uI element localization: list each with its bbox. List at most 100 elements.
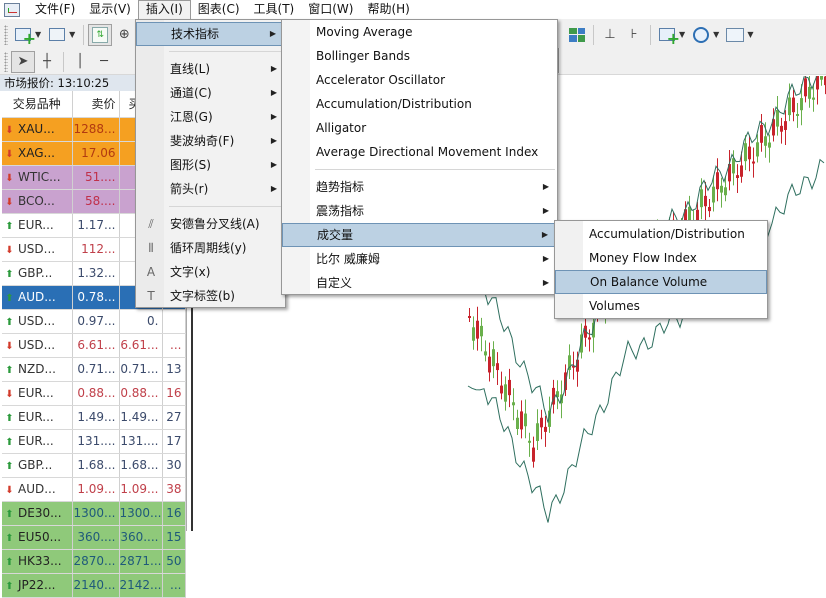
symbol-cell[interactable]: ⬇ AUD... bbox=[2, 477, 73, 502]
symbol-cell[interactable]: ⬆ EUR... bbox=[2, 213, 73, 238]
insert-menu-item[interactable]: 技术指标 ▶ bbox=[136, 22, 285, 46]
auto-scroll-button[interactable]: ⊦ bbox=[622, 24, 646, 46]
menu-file[interactable]: 文件(F) bbox=[28, 0, 82, 19]
candle-body bbox=[800, 98, 803, 111]
tile-windows-button[interactable] bbox=[565, 24, 589, 46]
cursor-button[interactable]: ➤ bbox=[11, 50, 35, 73]
indicators-menu-item[interactable]: Moving Average bbox=[282, 20, 557, 44]
symbol-cell[interactable]: ⬆ NZD... bbox=[2, 357, 73, 382]
symbol-cell[interactable]: ⬆ EUR... bbox=[2, 429, 73, 454]
indicators-button[interactable] bbox=[655, 24, 680, 48]
chevron-down-icon[interactable]: ▼ bbox=[713, 30, 719, 39]
menu-charts[interactable]: 图表(C) bbox=[191, 0, 247, 19]
symbol-cell[interactable]: ⬇ USD... bbox=[2, 333, 73, 358]
spread-cell: 30 bbox=[162, 453, 186, 478]
volumes-menu-item[interactable]: Money Flow Index bbox=[555, 246, 767, 270]
templates-button[interactable] bbox=[723, 24, 747, 46]
new-chart-button[interactable] bbox=[11, 24, 36, 48]
insert-menu-item[interactable]: T 文字标签(b) bbox=[136, 284, 285, 308]
market-watch-row[interactable]: ⬆ DE30... 1300... 1300... 16 bbox=[2, 501, 186, 526]
arrow-up-icon: ⬆ bbox=[5, 509, 14, 520]
insert-menu-item[interactable]: 江恩(G) ▶ bbox=[136, 105, 285, 129]
symbol-cell[interactable]: ⬇ USD... bbox=[2, 237, 73, 262]
symbol-cell[interactable]: ⬇ XAU... bbox=[2, 117, 73, 142]
symbol-cell[interactable]: ⬆ USD... bbox=[2, 309, 73, 334]
menu-item-label: On Balance Volume bbox=[590, 275, 708, 289]
symbol-cell[interactable]: ⬆ EUR... bbox=[2, 405, 73, 430]
column-bid[interactable]: 卖价 bbox=[72, 91, 120, 118]
arrow-up-icon: ⬆ bbox=[5, 269, 14, 280]
crosshair-button[interactable]: ⊕ bbox=[112, 24, 136, 46]
indicators-menu-item[interactable]: Accelerator Oscillator bbox=[282, 68, 557, 92]
insert-menu-item[interactable]: ⦀ 循环周期线(y) bbox=[136, 236, 285, 260]
tile-windows-icon bbox=[569, 27, 585, 42]
market-watch-row[interactable]: ⬆ GBP... 1.68... 1.68... 30 bbox=[2, 453, 186, 478]
indicators-menu-item[interactable]: 震荡指标 ▶ bbox=[282, 199, 557, 223]
market-watch-row[interactable]: ⬆ EUR... 1.49... 1.49... 27 bbox=[2, 405, 186, 430]
profiles-button[interactable] bbox=[45, 24, 69, 46]
symbol-cell[interactable]: ⬇ BCO... bbox=[2, 189, 73, 214]
menu-window[interactable]: 窗口(W) bbox=[301, 0, 360, 19]
symbol-cell[interactable]: ⬆ JP22... bbox=[2, 573, 73, 598]
chevron-down-icon[interactable]: ▼ bbox=[69, 30, 75, 39]
ask-cell: 1300... bbox=[119, 501, 163, 526]
spread-cell bbox=[162, 309, 186, 334]
menu-view[interactable]: 显示(V) bbox=[82, 0, 138, 19]
market-watch-button[interactable]: ⇅ bbox=[88, 23, 113, 46]
symbol-cell[interactable]: ⬆ EU50... bbox=[2, 525, 73, 550]
volumes-menu-item[interactable]: On Balance Volume bbox=[555, 270, 767, 294]
indicators-menu-item[interactable]: Average Directional Movement Index bbox=[282, 140, 557, 164]
insert-menu-item[interactable]: 箭头(r) ▶ bbox=[136, 177, 285, 201]
symbol-label: GBP... bbox=[18, 266, 53, 280]
insert-menu-item[interactable]: A 文字(x) bbox=[136, 260, 285, 284]
insert-menu-item[interactable]: 图形(S) ▶ bbox=[136, 153, 285, 177]
indicators-menu-item[interactable]: 自定义 ▶ bbox=[282, 271, 557, 295]
toolbar-grip[interactable] bbox=[4, 51, 8, 72]
candle-body bbox=[736, 175, 739, 179]
indicators-menu-item[interactable]: Bollinger Bands bbox=[282, 44, 557, 68]
menu-tools[interactable]: 工具(T) bbox=[247, 0, 302, 19]
vertical-line-button[interactable]: │ bbox=[68, 51, 92, 73]
market-watch-row[interactable]: ⬆ EUR... 131.... 131.... 17 bbox=[2, 429, 186, 454]
volumes-menu-item[interactable]: Accumulation/Distribution bbox=[555, 222, 767, 246]
market-watch-row[interactable]: ⬆ USD... 0.97... 0. bbox=[2, 309, 186, 334]
symbol-cell[interactable]: ⬆ HK33... bbox=[2, 549, 73, 574]
chevron-down-icon[interactable]: ▼ bbox=[747, 30, 753, 39]
indicators-menu-item[interactable]: 趋势指标 ▶ bbox=[282, 175, 557, 199]
symbol-label: EUR... bbox=[18, 386, 54, 400]
chart-shift-button[interactable]: ⊥ bbox=[598, 24, 622, 46]
symbol-cell[interactable]: ⬆ AUD... bbox=[2, 285, 73, 310]
insert-menu-item[interactable]: 直线(L) ▶ bbox=[136, 57, 285, 81]
menu-insert[interactable]: 插入(I) bbox=[137, 0, 191, 19]
toolbar-grip[interactable] bbox=[4, 24, 8, 45]
market-watch-row[interactable]: ⬇ AUD... 1.09... 1.09... 38 bbox=[2, 477, 186, 502]
menu-help[interactable]: 帮助(H) bbox=[360, 0, 416, 19]
market-watch-row[interactable]: ⬆ EU50... 360.... 360.... 15 bbox=[2, 525, 186, 550]
symbol-cell[interactable]: ⬇ XAG... bbox=[2, 141, 73, 166]
candle-body bbox=[756, 142, 759, 157]
indicators-menu-item[interactable]: 成交量 ▶ bbox=[282, 223, 557, 247]
indicators-menu-item[interactable]: Accumulation/Distribution bbox=[282, 92, 557, 116]
market-watch-row[interactable]: ⬆ NZD... 0.71... 0.71... 13 bbox=[2, 357, 186, 382]
market-watch-row[interactable]: ⬇ USD... 6.61... 6.61...... bbox=[2, 333, 186, 358]
crosshair-tool-button[interactable]: ┼ bbox=[35, 51, 59, 73]
column-symbol[interactable]: 交易品种 bbox=[2, 91, 73, 118]
periods-button[interactable] bbox=[689, 24, 713, 46]
symbol-cell[interactable]: ⬆ GBP... bbox=[2, 453, 73, 478]
volumes-menu-item[interactable]: Volumes bbox=[555, 294, 767, 318]
symbol-cell[interactable]: ⬆ DE30... bbox=[2, 501, 73, 526]
insert-menu-item[interactable]: 斐波纳奇(F) ▶ bbox=[136, 129, 285, 153]
market-watch-row[interactable]: ⬆ JP22... 2140... 2142...... bbox=[2, 573, 186, 598]
symbol-cell[interactable]: ⬇ EUR... bbox=[2, 381, 73, 406]
insert-menu-item[interactable]: 通道(C) ▶ bbox=[136, 81, 285, 105]
market-watch-row[interactable]: ⬇ EUR... 0.88... 0.88... 16 bbox=[2, 381, 186, 406]
symbol-cell[interactable]: ⬇ WTIC... bbox=[2, 165, 73, 190]
indicators-menu-item[interactable]: 比尔 威廉姆 ▶ bbox=[282, 247, 557, 271]
indicators-menu-item[interactable]: Alligator bbox=[282, 116, 557, 140]
market-watch-row[interactable]: ⬆ HK33... 2870... 2871... 50 bbox=[2, 549, 186, 574]
menu-item-label: 成交量 bbox=[317, 228, 354, 242]
horizontal-line-button[interactable]: ─ bbox=[92, 51, 116, 73]
symbol-cell[interactable]: ⬆ GBP... bbox=[2, 261, 73, 286]
app-icon bbox=[4, 2, 20, 17]
insert-menu-item[interactable]: ⫽ 安德鲁分叉线(A) bbox=[136, 212, 285, 236]
